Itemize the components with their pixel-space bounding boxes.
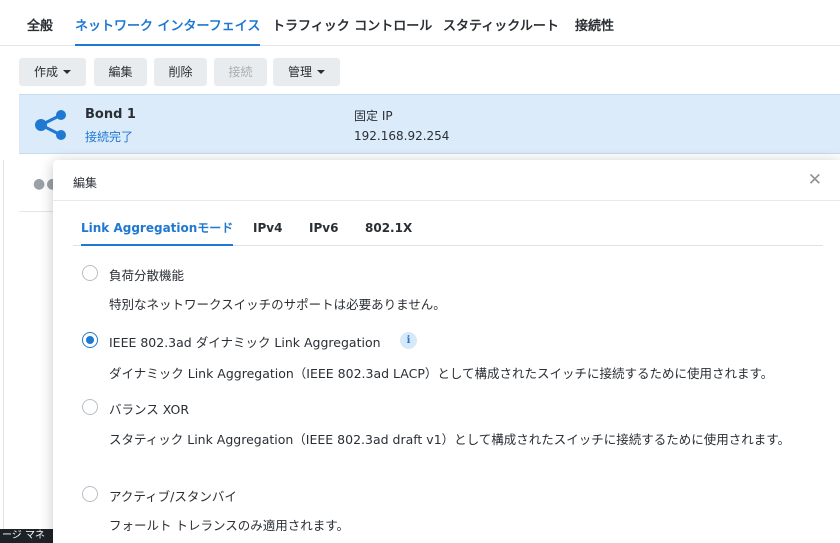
tab-general[interactable]: 全般: [27, 0, 53, 46]
radio-load-balance[interactable]: [82, 265, 98, 281]
option-label-ieee-8023ad[interactable]: IEEE 802.3ad ダイナミック Link Aggregation: [109, 332, 381, 351]
tab-network-interface[interactable]: ネットワーク インターフェイス: [75, 0, 261, 46]
option-desc-ieee-8023ad: ダイナミック Link Aggregation（IEEE 802.3ad LAC…: [109, 366, 774, 381]
status-badge: 接続完了: [85, 130, 134, 144]
edit-button[interactable]: 編集: [94, 58, 147, 86]
create-button[interactable]: 作成: [19, 58, 86, 86]
tab-ipv6[interactable]: IPv6: [309, 214, 338, 246]
tab-traffic-control[interactable]: トラフィック コントロール: [272, 0, 432, 46]
dialog-tab-bar: Link Aggregationモード IPv4 IPv6 802.1X: [73, 214, 823, 246]
taskbar-label[interactable]: ージ マネ: [0, 529, 54, 543]
tab-static-route[interactable]: スタティックルート: [443, 0, 559, 46]
option-desc-active-standby: フォールト トレランスのみ適用されます。: [109, 518, 349, 533]
close-icon[interactable]: ✕: [808, 170, 822, 190]
divider: [3, 160, 4, 543]
option-label-balance-xor[interactable]: バランス XOR: [109, 399, 189, 418]
dialog-title: 編集: [73, 176, 98, 190]
tab-8021x[interactable]: 802.1X: [365, 214, 412, 246]
share-network-icon: [35, 110, 66, 140]
interface-name: Bond 1: [85, 107, 136, 122]
option-label-active-standby[interactable]: アクティブ/スタンバイ: [109, 486, 237, 505]
delete-button[interactable]: 削除: [154, 58, 207, 86]
tab-connectivity[interactable]: 接続性: [575, 0, 614, 46]
option-label-load-balance[interactable]: 負荷分散機能: [109, 265, 184, 284]
chevron-down-icon: [63, 70, 71, 74]
option-desc-balance-xor: スタティック Link Aggregation（IEEE 802.3ad dra…: [109, 432, 791, 447]
manage-button-label: 管理: [287, 65, 312, 79]
radio-active-standby[interactable]: [82, 486, 98, 502]
option-desc-load-balance: 特別なネットワークスイッチのサポートは必要ありません。: [109, 297, 446, 312]
create-button-label: 作成: [33, 65, 58, 79]
tab-ipv4[interactable]: IPv4: [253, 214, 282, 246]
info-icon[interactable]: i: [400, 332, 417, 349]
interface-row-bond1[interactable]: Bond 1 接続完了 固定 IP 192.168.92.254: [19, 94, 840, 154]
radio-ieee-8023ad[interactable]: [82, 332, 98, 348]
toolbar: 作成 編集 削除 接続 管理: [0, 58, 840, 86]
dialog-header-divider: [53, 200, 840, 201]
manage-button[interactable]: 管理: [273, 58, 340, 86]
tab-link-aggregation[interactable]: Link Aggregationモード: [81, 214, 234, 246]
main-tab-bar: 全般 ネットワーク インターフェイス トラフィック コントロール スタティックル…: [0, 0, 840, 46]
connect-button[interactable]: 接続: [214, 58, 267, 86]
chevron-down-icon: [317, 70, 325, 74]
ip-type: 固定 IP: [354, 109, 393, 123]
edit-dialog: 編集 ✕ Link Aggregationモード IPv4 IPv6 802.1…: [53, 160, 840, 543]
radio-balance-xor[interactable]: [82, 399, 98, 415]
ip-address: 192.168.92.254: [354, 129, 450, 143]
